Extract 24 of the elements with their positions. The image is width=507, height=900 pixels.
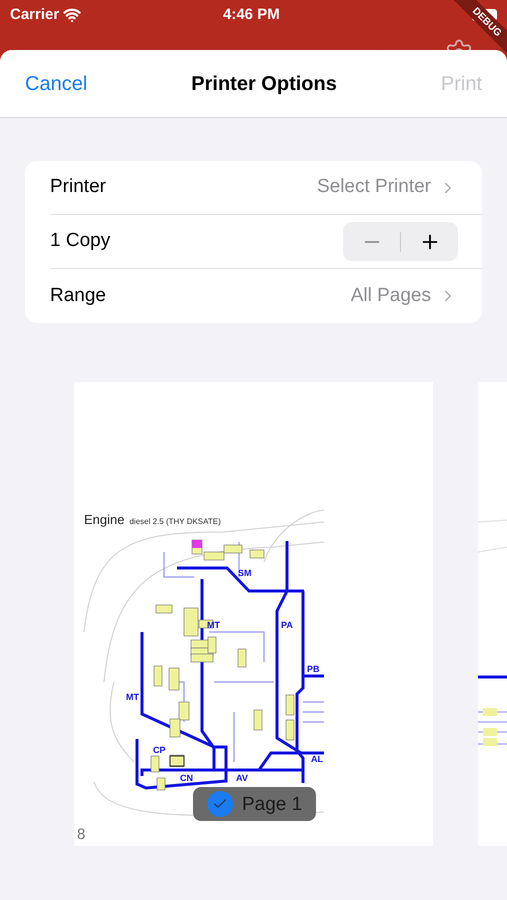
- option-label: Range: [50, 284, 106, 308]
- page-badge-label: Page 1: [242, 794, 302, 814]
- sheet-title: Printer Options: [191, 72, 337, 96]
- diagram-label: AV: [236, 774, 248, 783]
- diagram-label: MT: [126, 693, 139, 702]
- diagram-subtitle: diesel 2.5 (THY DKSATE): [129, 516, 221, 528]
- page-preview[interactable]: Engine diesel 2.5 (THY DKSATE) SM MT PA PB MT CP AL CN AV 8 Page 1: [74, 382, 433, 846]
- diagram-label: SM: [238, 569, 252, 578]
- option-label: 1 Copy: [50, 229, 110, 254]
- carrier-label: Carrier: [10, 5, 60, 25]
- diagram-label: CN: [180, 774, 193, 783]
- diagram-label: PA: [281, 621, 293, 630]
- page-number: 8: [77, 827, 86, 842]
- option-label: Printer: [50, 175, 106, 200]
- status-time: 4:46 PM: [223, 5, 280, 25]
- diagram-label: PB: [307, 665, 320, 674]
- option-value-link[interactable]: All Pages: [350, 282, 457, 310]
- diagram-title: Engine: [84, 511, 124, 529]
- wifi-icon: [63, 6, 82, 24]
- diagram-label: AL: [311, 755, 323, 764]
- option-value-link[interactable]: Select Printer: [316, 173, 457, 202]
- cancel-button[interactable]: Cancel: [25, 68, 88, 98]
- diagram-label: CP: [153, 746, 166, 755]
- diagram-label: MT: [207, 621, 220, 630]
